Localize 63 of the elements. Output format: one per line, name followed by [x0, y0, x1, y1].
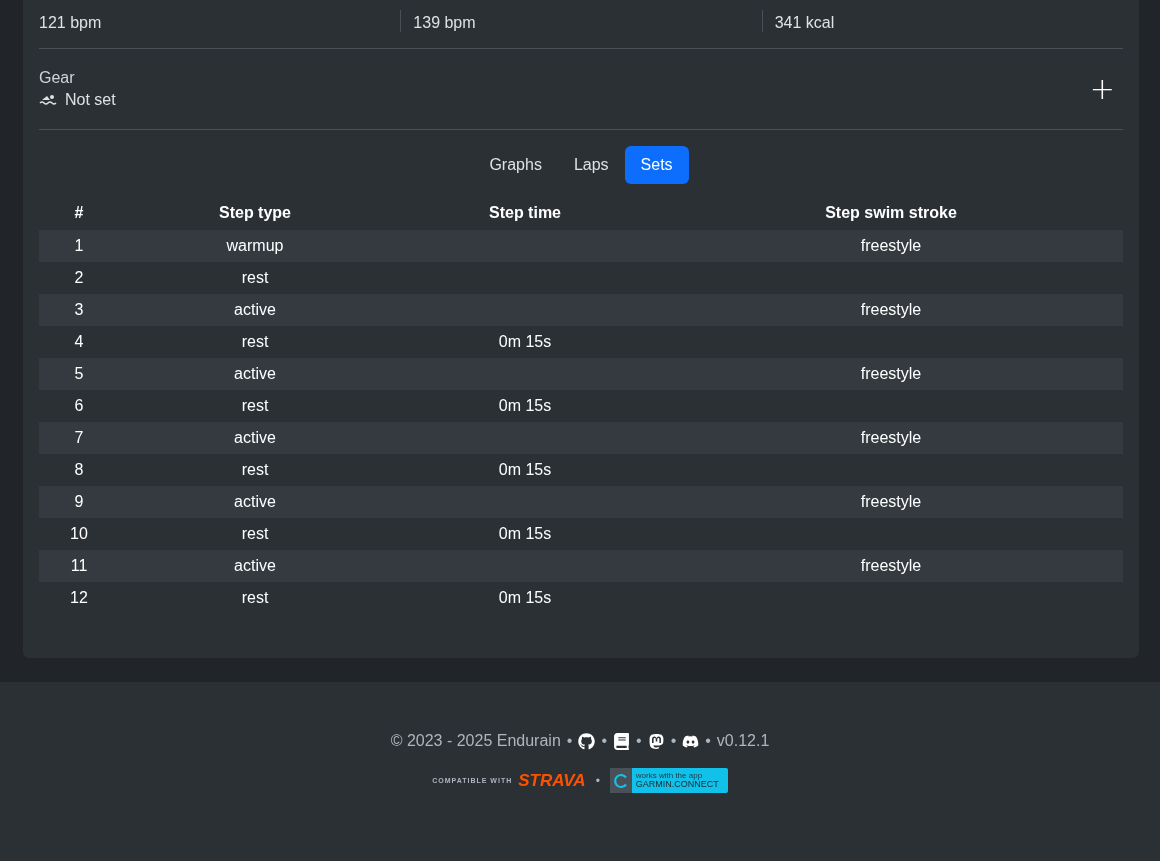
docs-icon[interactable]: [613, 732, 630, 750]
tab[interactable]: Sets: [624, 146, 689, 184]
table-cell: 3: [39, 294, 119, 326]
separator: •: [705, 732, 711, 750]
table-cell: 9: [39, 486, 119, 518]
table-cell: rest: [119, 582, 391, 614]
ring-icon: [612, 772, 629, 789]
strava-logo[interactable]: STRAVA: [518, 770, 586, 791]
tab[interactable]: Graphs: [473, 146, 558, 184]
table-cell: active: [119, 422, 391, 454]
table-cell: 1: [39, 230, 119, 262]
table-cell: 2: [39, 262, 119, 294]
table-cell: freestyle: [659, 486, 1123, 518]
table-cell: 11: [39, 550, 119, 582]
version-text: v0.12.1: [716, 732, 770, 750]
add-gear-button[interactable]: +: [1081, 74, 1123, 104]
table-cell: active: [119, 294, 391, 326]
gear-label: Gear: [39, 69, 76, 87]
table-cell: 12: [39, 582, 119, 614]
table-cell: active: [119, 550, 391, 582]
column-header: #: [39, 196, 119, 230]
table-cell: 0m 15s: [391, 582, 659, 614]
table-cell: active: [119, 358, 391, 390]
table-cell: 4: [39, 326, 119, 358]
swimmer-icon: [39, 94, 57, 106]
table-cell: warmup: [119, 230, 391, 262]
separator: •: [566, 732, 573, 750]
table-cell: 8: [39, 454, 119, 486]
table-cell: 7: [39, 422, 119, 454]
separator: •: [601, 732, 607, 750]
column-header: Step swim stroke: [659, 196, 1123, 230]
table-cell: rest: [119, 326, 391, 358]
separator: •: [670, 732, 677, 750]
table-cell: freestyle: [659, 358, 1123, 390]
table-cell: rest: [119, 390, 391, 422]
separator: •: [595, 773, 600, 788]
column-header: Step time: [391, 196, 659, 230]
table-cell: freestyle: [659, 294, 1123, 326]
table-cell: 0m 15s: [391, 518, 659, 550]
table-cell: 0m 15s: [391, 326, 659, 358]
table-cell: 10: [39, 518, 119, 550]
table-cell: freestyle: [659, 550, 1123, 582]
table-cell: active: [119, 486, 391, 518]
stat-value: 121 bpm: [39, 14, 102, 32]
table-cell: rest: [119, 262, 391, 294]
column-header: Step type: [119, 196, 391, 230]
stat-value: 341 kcal: [774, 14, 835, 32]
table-cell: freestyle: [659, 230, 1123, 262]
table-cell: 0m 15s: [391, 454, 659, 486]
table-cell: rest: [119, 518, 391, 550]
table-cell: 5: [39, 358, 119, 390]
tab[interactable]: Laps: [557, 146, 625, 184]
table-cell: freestyle: [659, 422, 1123, 454]
mastodon-icon[interactable]: [647, 732, 665, 750]
table-cell: 0m 15s: [391, 390, 659, 422]
github-icon[interactable]: [578, 732, 596, 750]
garmin-connect-badge[interactable]: works with the app GARMIN.CONNECT: [609, 768, 728, 793]
separator: •: [636, 732, 642, 750]
stat-value: 139 bpm: [413, 14, 476, 32]
table-cell: 6: [39, 390, 119, 422]
table-cell: rest: [119, 454, 391, 486]
copyright-text: © 2023 - 2025 Endurain: [390, 732, 561, 750]
gear-value: Not set: [65, 91, 116, 109]
